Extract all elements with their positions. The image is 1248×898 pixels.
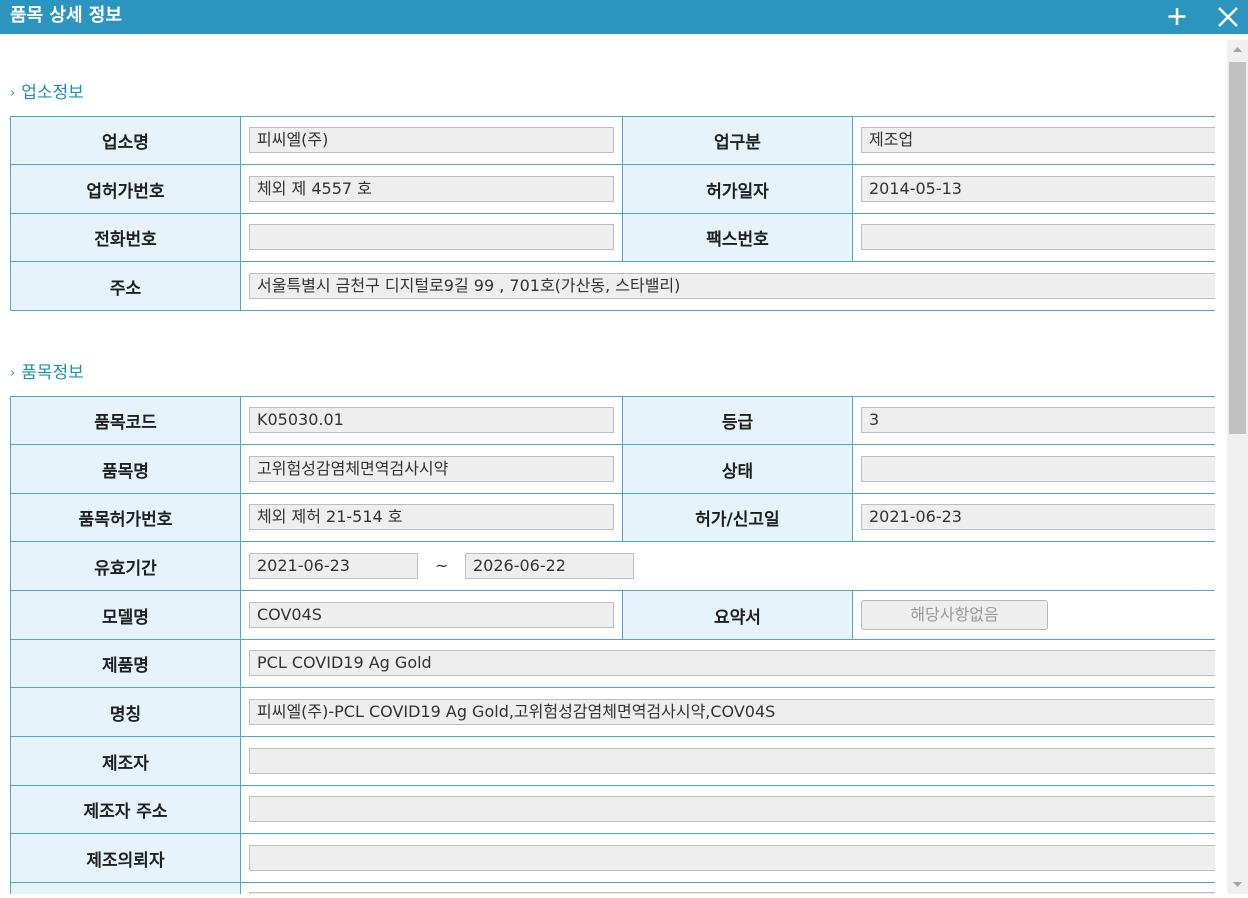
item-code-label: 품목코드	[11, 397, 240, 444]
vertical-scrollbar[interactable]	[1227, 40, 1248, 894]
manufacturer-label: 제조자	[11, 737, 240, 785]
permit-date-field: 2021-06-23	[861, 504, 1215, 530]
product-name-field: PCL COVID19 Ag Gold	[249, 650, 1215, 676]
address-label: 주소	[11, 262, 240, 310]
permit-number-field: 체외 제허 21-514 호	[249, 504, 614, 530]
permit-number-label: 품목허가번호	[11, 494, 240, 541]
divider	[10, 310, 1215, 311]
validity-separator: ~	[435, 556, 449, 575]
designation-label: 명칭	[11, 688, 240, 736]
consignor-label: 제조의뢰자	[11, 834, 240, 882]
business-category-label: 업구분	[623, 117, 852, 164]
manufacturer-field	[249, 748, 1215, 774]
business-category-field: 제조업	[861, 127, 1215, 153]
phone-field	[249, 224, 614, 250]
item-code-field: K05030.01	[249, 407, 614, 433]
chevron-right-icon: ›	[10, 366, 16, 381]
divider	[852, 590, 853, 640]
item-name-label: 품목명	[11, 445, 240, 493]
plus-icon	[1168, 8, 1186, 25]
close-icon	[1218, 7, 1238, 27]
grade-label: 등급	[623, 397, 852, 444]
model-name-label: 모델명	[11, 591, 240, 639]
scroll-down-button[interactable]	[1227, 876, 1248, 894]
address-field: 서울특별시 금천구 디지털로9길 99 , 701호(가산동, 스타밸리)	[249, 273, 1215, 299]
divider	[240, 116, 241, 311]
chevron-right-icon: ›	[10, 86, 16, 101]
summary-button[interactable]: 해당사항없음	[861, 600, 1048, 630]
license-number-label: 업허가번호	[11, 165, 240, 213]
phone-label: 전화번호	[11, 214, 240, 261]
license-date-field: 2014-05-13	[861, 176, 1215, 202]
divider	[852, 116, 853, 262]
fax-field	[861, 224, 1215, 250]
consignor-field	[249, 845, 1215, 871]
title-bar: 품목 상세 정보	[0, 0, 1248, 34]
model-name-field: COV04S	[249, 602, 614, 628]
manufacturer-address-label: 제조자 주소	[11, 786, 240, 833]
divider	[852, 396, 853, 542]
product-name-label: 제품명	[11, 640, 240, 687]
business-name-field: 피씨엘(주)	[249, 127, 614, 153]
maximize-button[interactable]	[1158, 0, 1198, 34]
permit-date-label: 허가/신고일	[623, 494, 852, 541]
license-number-field: 체외 제 4557 호	[249, 176, 614, 202]
business-name-label: 업소명	[11, 117, 240, 164]
validity-start-field: 2021-06-23	[249, 553, 418, 579]
close-button[interactable]	[1208, 0, 1248, 34]
status-field	[861, 456, 1215, 482]
item-name-field: 고위험성감염체면역검사시약	[249, 456, 614, 482]
scroll-up-button[interactable]	[1227, 40, 1248, 58]
window-title: 품목 상세 정보	[10, 5, 122, 26]
license-date-label: 허가일자	[623, 165, 852, 213]
validity-label: 유효기간	[11, 542, 240, 590]
grade-field: 3	[861, 407, 1215, 433]
status-label: 상태	[623, 445, 852, 493]
next-row-label	[11, 883, 240, 894]
fax-label: 팩스번호	[623, 214, 852, 261]
business-section-title: › 업소정보	[10, 83, 84, 103]
arrow-up-icon	[1233, 47, 1242, 52]
scroll-thumb[interactable]	[1229, 62, 1246, 434]
arrow-down-icon	[1233, 882, 1242, 887]
product-section-title: › 품목정보	[10, 363, 84, 383]
designation-field: 피씨엘(주)-PCL COVID19 Ag Gold,고위험성감염체면역검사시약…	[249, 699, 1215, 725]
divider	[240, 396, 241, 894]
validity-end-field: 2026-06-22	[465, 553, 634, 579]
manufacturer-address-field	[249, 796, 1215, 822]
summary-label: 요약서	[623, 591, 852, 639]
